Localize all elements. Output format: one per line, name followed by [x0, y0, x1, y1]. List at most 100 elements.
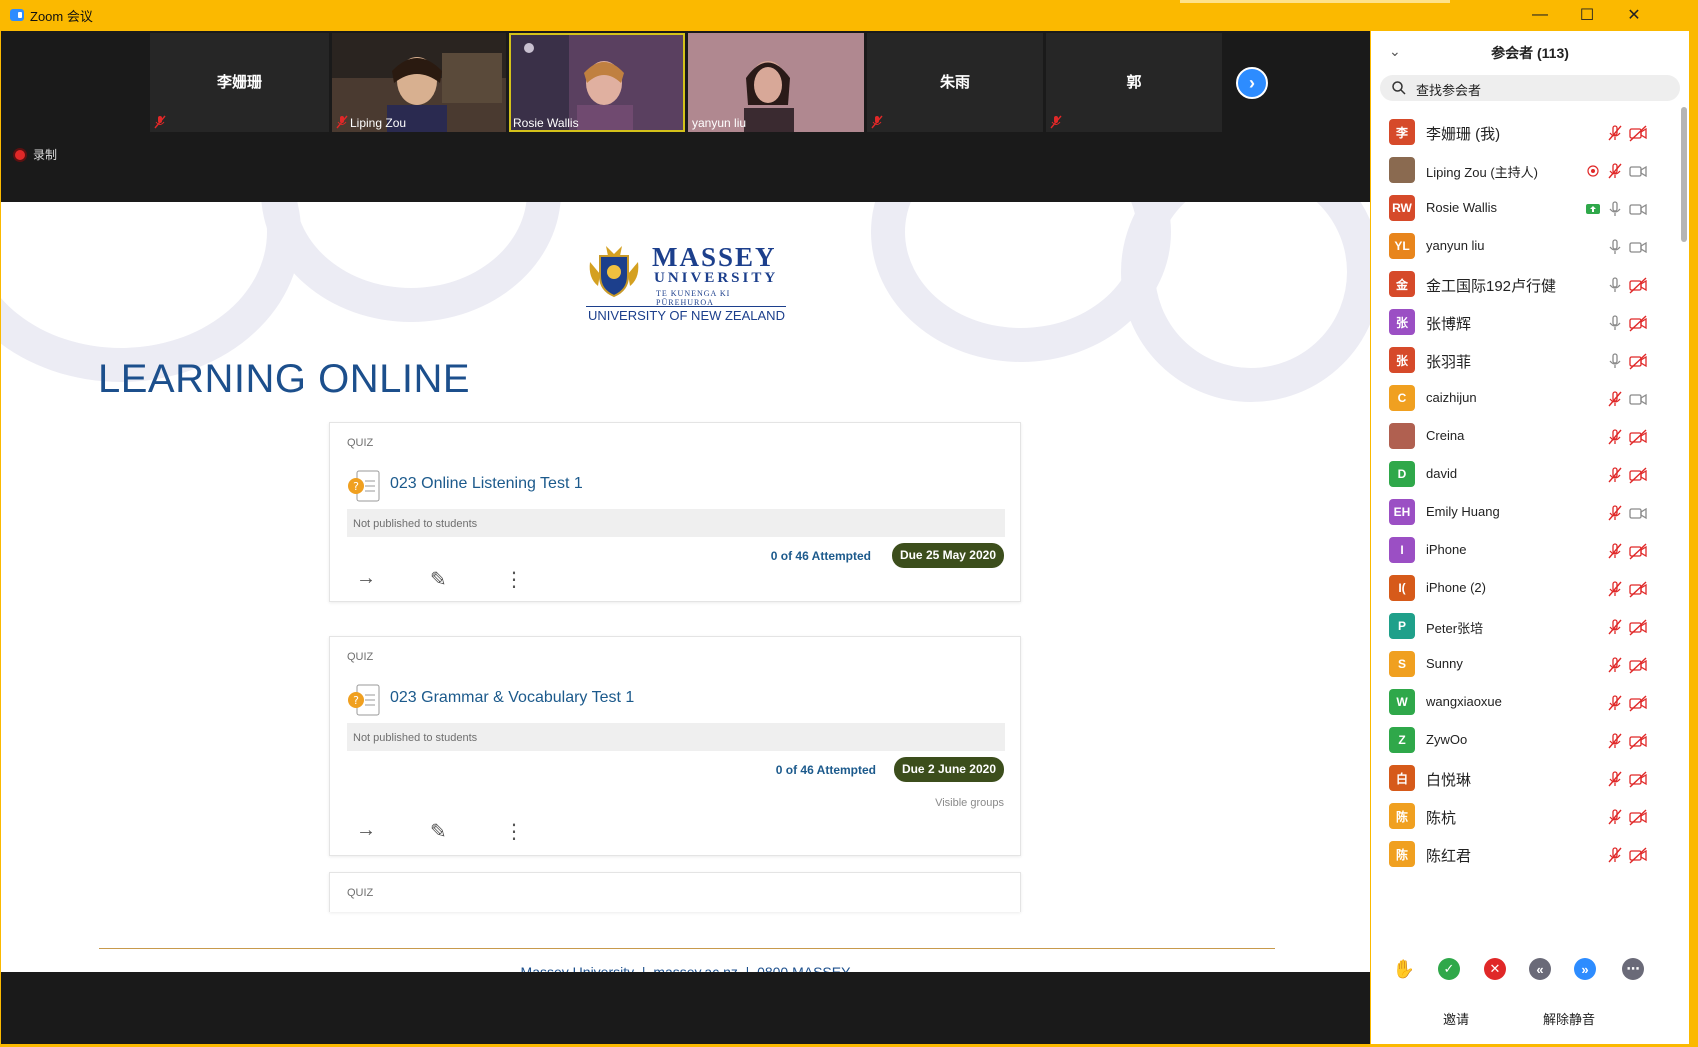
- open-arrow-icon[interactable]: →: [356, 567, 376, 590]
- yes-icon[interactable]: ✓: [1438, 958, 1460, 980]
- open-arrow-icon[interactable]: →: [356, 819, 376, 842]
- mic-icon[interactable]: [1605, 199, 1625, 219]
- mic-muted-icon[interactable]: [1605, 541, 1625, 561]
- avatar: RW: [1389, 195, 1415, 221]
- participant-row[interactable]: Wwangxiaoxue: [1371, 683, 1676, 724]
- recording-indicator[interactable]: 录制: [15, 146, 57, 163]
- mic-muted-icon[interactable]: [1605, 655, 1625, 675]
- search-placeholder: 查找参会者: [1416, 83, 1482, 98]
- quiz-title[interactable]: 023 Grammar & Vocabulary Test 1: [390, 689, 634, 707]
- maximize-button[interactable]: ☐: [1564, 0, 1610, 30]
- mic-muted-icon[interactable]: [1605, 465, 1625, 485]
- mic-muted-icon[interactable]: [1605, 845, 1625, 865]
- more-options-icon[interactable]: ⋮: [504, 819, 524, 844]
- video-tile-active-speaker[interactable]: Rosie Wallis: [509, 33, 685, 132]
- participant-row[interactable]: 张张博辉: [1371, 303, 1676, 344]
- participant-row[interactable]: EH Emily Huang: [1371, 493, 1676, 534]
- mic-muted-icon[interactable]: [1605, 389, 1625, 409]
- participant-row[interactable]: Creina: [1371, 417, 1676, 458]
- footer-divider: [99, 948, 1275, 949]
- mic-icon[interactable]: [1605, 351, 1625, 371]
- mic-muted-icon[interactable]: [1605, 503, 1625, 523]
- participant-row[interactable]: I(iPhone (2): [1371, 569, 1676, 610]
- mic-muted-icon[interactable]: [1605, 731, 1625, 751]
- participant-row[interactable]: Ddavid: [1371, 455, 1676, 496]
- participant-row[interactable]: 张张羽菲: [1371, 341, 1676, 382]
- due-date-badge: Due 25 May 2020: [891, 543, 1004, 568]
- video-tile[interactable]: 朱雨: [867, 33, 1043, 132]
- no-icon[interactable]: ✕: [1484, 958, 1506, 980]
- mic-muted-icon[interactable]: [1605, 693, 1625, 713]
- participant-name: 张羽菲: [1426, 354, 1472, 371]
- video-off-icon: [1628, 845, 1648, 865]
- video-tile[interactable]: Liping Zou: [332, 33, 506, 132]
- mic-icon[interactable]: [1605, 237, 1625, 257]
- participant-search-input[interactable]: 查找参会者: [1380, 75, 1680, 101]
- avatar: 陈: [1389, 841, 1415, 867]
- mic-muted-icon[interactable]: [1605, 617, 1625, 637]
- participant-row[interactable]: 李李姗珊 (我): [1371, 113, 1676, 154]
- quiz-card[interactable]: QUIZ: [329, 872, 1021, 912]
- mic-muted-icon[interactable]: [1605, 579, 1625, 599]
- tile-name: Rosie Wallis: [513, 116, 579, 130]
- tile-name: 朱雨: [939, 74, 970, 91]
- more-options-icon[interactable]: ⋮: [504, 567, 524, 592]
- quiz-card[interactable]: QUIZ ? 023 Online Listening Test 1 Not p…: [329, 422, 1021, 602]
- participant-row[interactable]: S Sunny: [1371, 645, 1676, 686]
- participant-row[interactable]: 陈陈红君: [1371, 835, 1676, 876]
- video-icon: [1628, 199, 1648, 219]
- raise-hand-icon[interactable]: ✋: [1393, 958, 1415, 980]
- avatar: [1389, 157, 1415, 183]
- mic-muted-icon[interactable]: [1605, 769, 1625, 789]
- participant-row[interactable]: IiPhone: [1371, 531, 1676, 572]
- video-tile[interactable]: yanyun liu: [688, 33, 864, 132]
- participant-row[interactable]: 陈陈杭: [1371, 797, 1676, 838]
- video-off-icon: [1628, 351, 1648, 371]
- mic-icon[interactable]: [1605, 275, 1625, 295]
- video-icon: [1628, 237, 1648, 257]
- next-page-button[interactable]: ›: [1236, 67, 1268, 99]
- participant-name: 张博辉: [1426, 316, 1472, 333]
- video-off-icon: [1628, 465, 1648, 485]
- video-tile[interactable]: 郭: [1046, 33, 1222, 132]
- unmute-button[interactable]: 解除静音: [1543, 1009, 1595, 1028]
- zoom-app-icon: [10, 9, 24, 21]
- edit-pencil-icon[interactable]: ✎: [430, 567, 447, 592]
- participant-row[interactable]: Z ZywOo: [1371, 721, 1676, 762]
- recording-icon: [1583, 161, 1603, 181]
- avatar: EH: [1389, 499, 1415, 525]
- video-off-icon: [1628, 693, 1648, 713]
- chevron-right-icon: ›: [1249, 72, 1255, 93]
- participant-row[interactable]: Liping Zou (主持人): [1371, 151, 1676, 192]
- participant-row[interactable]: P Peter张培: [1371, 607, 1676, 648]
- more-icon[interactable]: ⋯: [1622, 958, 1644, 980]
- edit-pencil-icon[interactable]: ✎: [430, 819, 447, 844]
- quiz-title[interactable]: 023 Online Listening Test 1: [390, 475, 583, 493]
- video-tile[interactable]: 李姗珊: [150, 33, 329, 132]
- scrollbar[interactable]: [1681, 107, 1687, 242]
- go-faster-icon[interactable]: »: [1574, 958, 1596, 980]
- go-slower-icon[interactable]: «: [1529, 958, 1551, 980]
- minimize-button[interactable]: —: [1517, 0, 1563, 30]
- mic-icon[interactable]: [1605, 313, 1625, 333]
- title-highlight: [1180, 0, 1450, 3]
- avatar: I(: [1389, 575, 1415, 601]
- close-button[interactable]: ✕: [1611, 0, 1657, 30]
- participant-row[interactable]: YL yanyun liu: [1371, 227, 1676, 268]
- mic-muted-icon[interactable]: [1605, 427, 1625, 447]
- participant-name: 陈杭: [1426, 810, 1457, 827]
- participant-row[interactable]: Ccaizhijun: [1371, 379, 1676, 420]
- mic-muted-icon[interactable]: [1605, 807, 1625, 827]
- footer-text: Massey University | massey.ac.nz | 0800 …: [520, 964, 851, 972]
- participant-row[interactable]: 白白悦琳: [1371, 759, 1676, 800]
- panel-header: ⌄ 参会者 (113): [1371, 31, 1689, 71]
- mic-muted-icon: [154, 115, 166, 129]
- mic-muted-icon[interactable]: [1605, 123, 1625, 143]
- video-off-icon: [1628, 807, 1648, 827]
- invite-button[interactable]: 邀请: [1443, 1009, 1469, 1028]
- mic-muted-icon[interactable]: [1605, 161, 1625, 181]
- participant-row[interactable]: 金金工国际192卢行健: [1371, 265, 1676, 306]
- panel-footer: ✋ ✓ ✕ « » ⋯ 邀请 解除静音: [1371, 941, 1689, 1044]
- participant-row[interactable]: RW Rosie Wallis: [1371, 189, 1676, 230]
- quiz-card[interactable]: QUIZ ? 023 Grammar & Vocabulary Test 1 N…: [329, 636, 1021, 856]
